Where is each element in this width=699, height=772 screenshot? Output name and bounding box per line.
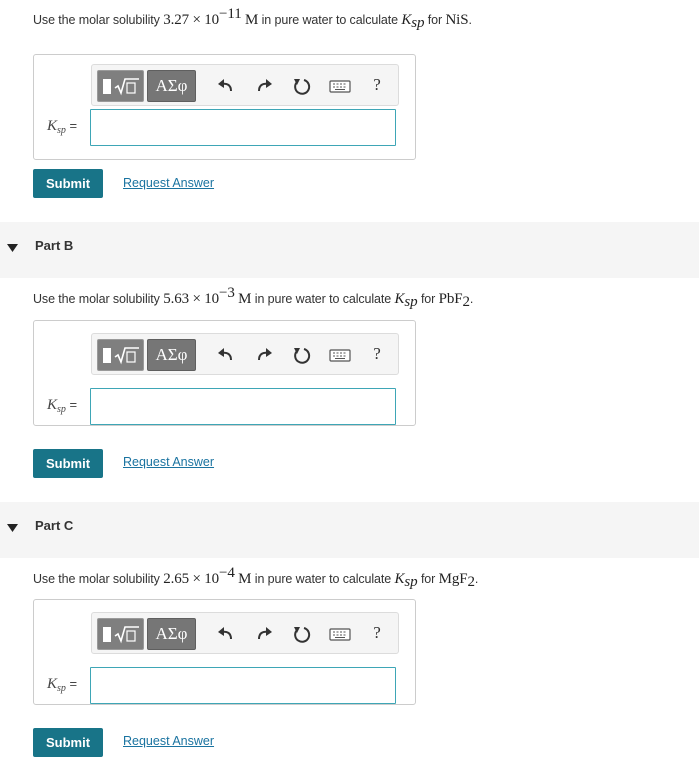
ksp-label-subscript: sp [57, 125, 66, 136]
question-period: . [469, 292, 474, 306]
greek-symbols-button[interactable]: ΑΣφ [147, 618, 196, 650]
question-period: . [468, 13, 472, 27]
ksp-symbol: K [394, 571, 405, 587]
compound-formula: PbF [438, 291, 463, 307]
reset-icon[interactable] [292, 76, 312, 96]
undo-icon[interactable] [216, 76, 236, 96]
help-icon[interactable]: ? [369, 623, 385, 643]
ksp-symbol: K [401, 12, 412, 28]
power-base: 10 [204, 12, 219, 28]
submit-button[interactable]: Submit [33, 728, 103, 757]
answer-box-part-c: ΑΣφ ? Ksp = [33, 599, 416, 705]
undo-icon[interactable] [216, 345, 236, 365]
ksp-label-symbol: K [47, 676, 58, 692]
question-prefix: Use the molar solubility [33, 572, 160, 586]
unit-molar: M [244, 12, 259, 28]
question-text-part-c: Use the molar solubility 2.65 × 10−4 M i… [33, 566, 479, 590]
ksp-answer-input[interactable] [90, 667, 396, 704]
question-prefix: Use the molar solubility [33, 292, 160, 306]
redo-icon[interactable] [254, 345, 274, 365]
undo-icon[interactable] [216, 624, 236, 644]
question-middle: in pure water to calculate [261, 13, 398, 27]
question-period: . [474, 572, 479, 586]
greek-symbols-button[interactable]: ΑΣφ [147, 339, 196, 371]
answer-box-part-a: ΑΣφ ? Ksp = [33, 54, 416, 160]
question-for: for [420, 572, 436, 586]
part-b-header[interactable]: Part B [0, 222, 699, 278]
question-for: for [420, 292, 436, 306]
compound-subscript: 2 [467, 574, 476, 590]
ksp-label-subscript: sp [57, 404, 66, 415]
math-toolbar: ΑΣφ ? [91, 64, 399, 106]
unit-molar: M [238, 571, 252, 587]
question-text-part-b: Use the molar solubility 5.63 × 10−3 M i… [33, 286, 474, 310]
power-exponent: −3 [219, 285, 235, 301]
ksp-label: Ksp = [47, 118, 87, 136]
power-base: 10 [204, 291, 219, 307]
math-toolbar: ΑΣφ ? [91, 612, 399, 654]
submit-button[interactable]: Submit [33, 169, 103, 198]
part-b-title: Part B [35, 238, 74, 253]
reset-icon[interactable] [292, 624, 312, 644]
reset-icon[interactable] [292, 345, 312, 365]
redo-icon[interactable] [254, 76, 274, 96]
submit-button[interactable]: Submit [33, 449, 103, 478]
solubility-coefficient: 5.63 [163, 291, 190, 307]
ksp-answer-input[interactable] [90, 109, 396, 146]
answer-box-part-b: ΑΣφ ? Ksp = [33, 320, 416, 426]
ksp-symbol: K [394, 291, 405, 307]
collapse-triangle-icon[interactable] [7, 524, 18, 532]
power-exponent: −4 [219, 565, 235, 581]
ksp-subscript: sp [404, 294, 418, 310]
help-icon[interactable]: ? [369, 344, 385, 364]
collapse-triangle-icon[interactable] [7, 244, 18, 252]
math-toolbar: ΑΣφ ? [91, 333, 399, 375]
part-c-title: Part C [35, 518, 74, 533]
ksp-answer-input[interactable] [90, 388, 396, 425]
request-answer-link[interactable]: Request Answer [123, 176, 214, 190]
equals-sign: = [69, 397, 78, 412]
templates-icon[interactable] [97, 339, 144, 371]
ksp-label: Ksp = [47, 397, 87, 415]
solubility-coefficient: 3.27 [163, 12, 190, 28]
power-exponent: −11 [219, 6, 242, 22]
redo-icon[interactable] [254, 624, 274, 644]
compound-formula: MgF [438, 571, 468, 587]
power-base: 10 [204, 571, 219, 587]
ksp-label-symbol: K [47, 118, 58, 134]
solubility-coefficient: 2.65 [163, 571, 190, 587]
question-text-part-a: Use the molar solubility 3.27 × 10−11 M … [33, 7, 472, 31]
ksp-label-symbol: K [47, 397, 58, 413]
templates-icon[interactable] [97, 618, 144, 650]
question-middle: in pure water to calculate [254, 292, 392, 306]
request-answer-link[interactable]: Request Answer [123, 734, 214, 748]
help-icon[interactable]: ? [369, 75, 385, 95]
ksp-subscript: sp [411, 15, 425, 31]
equals-sign: = [69, 118, 78, 133]
times-sign: × [192, 291, 201, 307]
keyboard-icon[interactable] [329, 76, 351, 96]
request-answer-link[interactable]: Request Answer [123, 455, 214, 469]
equals-sign: = [69, 676, 78, 691]
greek-symbols-button[interactable]: ΑΣφ [147, 70, 196, 102]
part-c-header[interactable]: Part C [0, 502, 699, 558]
ksp-label: Ksp = [47, 676, 87, 694]
question-prefix: Use the molar solubility [33, 13, 160, 27]
times-sign: × [192, 571, 201, 587]
templates-icon[interactable] [97, 70, 144, 102]
question-for: for [427, 13, 443, 27]
unit-molar: M [238, 291, 252, 307]
ksp-label-subscript: sp [57, 683, 66, 694]
question-middle: in pure water to calculate [254, 572, 392, 586]
ksp-subscript: sp [404, 574, 418, 590]
times-sign: × [192, 12, 201, 28]
compound-formula: NiS [445, 12, 469, 28]
keyboard-icon[interactable] [329, 624, 351, 644]
keyboard-icon[interactable] [329, 345, 351, 365]
compound-subscript: 2 [462, 294, 471, 310]
